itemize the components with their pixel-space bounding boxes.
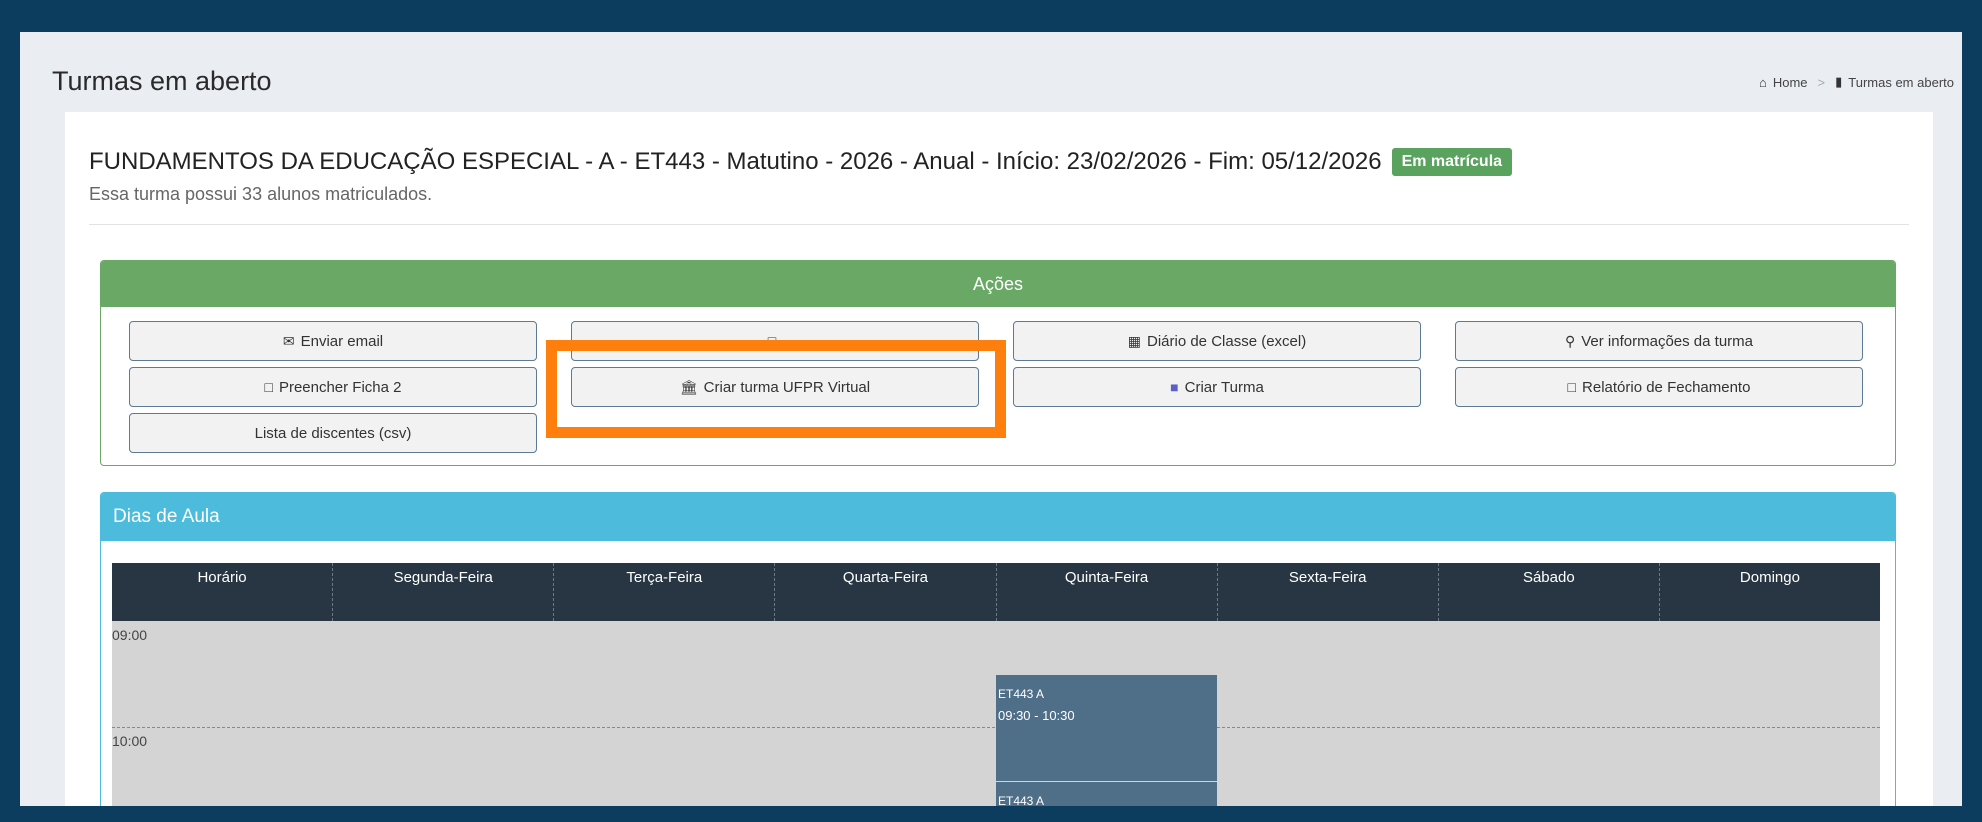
schedule-calendar: Horário Segunda-Feira Terça-Feira Quarta… bbox=[112, 563, 1880, 806]
ver-informacoes-button[interactable]: ⚲ Ver informações da turma bbox=[1455, 321, 1863, 361]
criar-turma-ufpr-virtual-button[interactable]: 🏛 Criar turma UFPR Virtual bbox=[571, 367, 979, 407]
file-excel-icon: ▦ bbox=[1127, 332, 1141, 349]
breadcrumb-home[interactable]: Home bbox=[1773, 75, 1808, 90]
time-label: 10:00 bbox=[112, 733, 148, 749]
schedule-event[interactable]: ET443 A 09:30 - 10:30 bbox=[996, 675, 1217, 781]
time-label: 09:00 bbox=[112, 627, 148, 643]
column-header: Sábado bbox=[1437, 563, 1659, 621]
button-label: Diário de Classe (excel) bbox=[1147, 332, 1307, 350]
button-label: Preencher Ficha 2 bbox=[278, 378, 402, 396]
breadcrumb-separator: > bbox=[1817, 74, 1826, 90]
page-title: Turmas em aberto bbox=[52, 66, 272, 96]
breadcrumb-current: Turmas em aberto bbox=[1848, 74, 1954, 90]
class-title: FUNDAMENTOS DA EDUCAÇÃO ESPECIAL - A - E… bbox=[89, 148, 1513, 176]
file-pdf-icon: □ bbox=[1567, 379, 1577, 395]
column-header: Sexta-Feira bbox=[1216, 563, 1438, 621]
enrollment-count: Essa turma possui 33 alunos matriculados… bbox=[89, 184, 433, 204]
acoes-header: Ações bbox=[101, 261, 1895, 307]
envelope-icon: ✉ bbox=[282, 332, 295, 349]
breadcrumb: ⌂ Home > ▮ Turmas em aberto bbox=[1759, 74, 1954, 90]
column-header: Horário bbox=[197, 569, 247, 586]
preencher-ficha-button[interactable]: □ Preencher Ficha 2 bbox=[129, 367, 537, 407]
criar-turma-button[interactable]: ■ Criar Turma bbox=[1013, 367, 1421, 407]
column-header: Segunda-Feira bbox=[332, 563, 553, 621]
diario-classe-excel-button[interactable]: ▦ Diário de Classe (excel) bbox=[1013, 321, 1421, 361]
button-label: Relatório de Fechamento bbox=[1582, 378, 1751, 396]
file-icon: □ bbox=[264, 379, 273, 395]
app-viewport: Turmas em aberto ⌂ Home > ▮ Turmas em ab… bbox=[20, 32, 1962, 806]
column-header: Terça-Feira bbox=[553, 563, 774, 621]
book-icon: ▮ bbox=[1835, 74, 1843, 89]
search-icon: ⚲ bbox=[1564, 332, 1576, 349]
lista-discentes-button[interactable]: Lista de discentes (csv) bbox=[129, 413, 537, 453]
university-icon: 🏛 bbox=[679, 378, 698, 395]
dias-de-aula-header: Dias de Aula bbox=[101, 493, 1895, 541]
home-icon: ⌂ bbox=[1758, 74, 1767, 90]
turma-card: FUNDAMENTOS DA EDUCAÇÃO ESPECIAL - A - E… bbox=[65, 112, 1933, 806]
schedule-event[interactable]: ET443 A bbox=[996, 782, 1217, 806]
relatorio-fechamento-button[interactable]: □ Relatório de Fechamento bbox=[1455, 367, 1863, 407]
divider bbox=[89, 224, 1909, 225]
button-label: Ver informações da turma bbox=[1581, 332, 1753, 350]
status-badge: Em matrícula bbox=[1391, 148, 1513, 176]
teams-icon: ■ bbox=[1170, 379, 1179, 395]
button-label: Criar Turma bbox=[1184, 378, 1264, 396]
schedule-header: Horário Segunda-Feira Terça-Feira Quarta… bbox=[112, 563, 1880, 621]
button-label: Criar turma UFPR Virtual bbox=[703, 378, 871, 396]
page-header: Turmas em aberto ⌂ Home > ▮ Turmas em ab… bbox=[20, 62, 1962, 102]
acoes-panel: Ações ✉ Enviar email □ ▦ Diário de Class… bbox=[100, 260, 1896, 466]
column-header: Quarta-Feira bbox=[774, 563, 995, 621]
class-title-text: FUNDAMENTOS DA EDUCAÇÃO ESPECIAL - A - E… bbox=[89, 148, 1382, 175]
column-header: Domingo bbox=[1658, 563, 1880, 621]
event-time: 09:30 - 10:30 bbox=[998, 708, 1075, 723]
file-icon: □ bbox=[767, 333, 777, 349]
button-label: Enviar email bbox=[300, 332, 384, 350]
dias-de-aula-panel: Dias de Aula Horário Segunda-Feira Terça… bbox=[100, 492, 1896, 806]
button-label: Lista de discentes (csv) bbox=[254, 424, 412, 442]
event-code: ET443 A bbox=[998, 794, 1045, 806]
enviar-email-button[interactable]: ✉ Enviar email bbox=[129, 321, 537, 361]
diario-classe-button[interactable]: □ bbox=[571, 321, 979, 361]
column-header: Quinta-Feira bbox=[995, 563, 1217, 621]
event-code: ET443 A bbox=[998, 687, 1045, 701]
